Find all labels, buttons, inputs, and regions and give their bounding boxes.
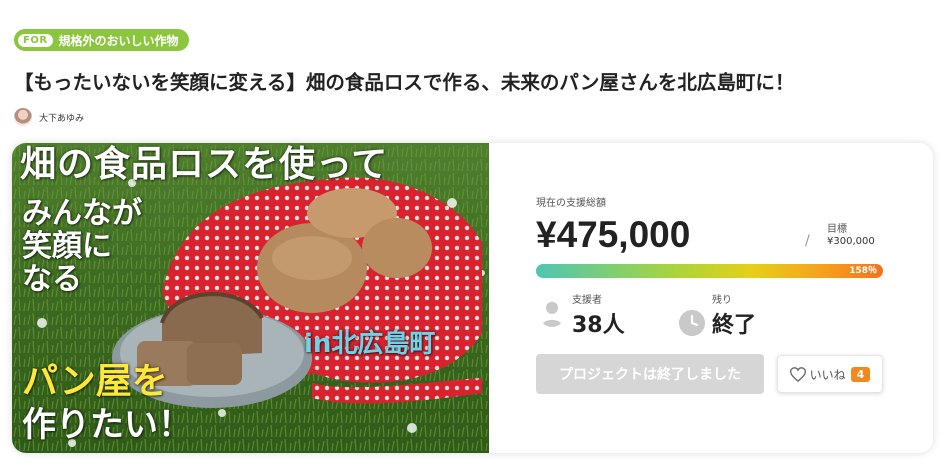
like-button[interactable]: いいね 4 [777,355,883,393]
project-ended-button[interactable]: プロジェクトは終了しました [536,354,764,394]
funding-panel: 現在の支援総額 ¥475,000 / 目標 ¥300,000 158％ 支援者 … [489,143,933,453]
heart-icon [789,366,806,382]
clock-icon [679,310,705,336]
remaining-value: 終了 [712,313,757,338]
hero-line-7: 作りたい！ [22,405,192,445]
goal-separator: / [805,233,810,249]
like-label: いいね [809,367,846,382]
category-prefix: FOR [18,33,53,47]
total-amount: ¥475,000 [536,214,691,255]
progress-percent: 158％ [849,266,877,276]
hero-line-6: パン屋を [22,361,168,402]
goal-label: 目標 [827,224,847,235]
hero-line-1: 畑の食品ロスを使って [20,144,389,185]
project-title: 【もったいないを笑顔に変える】畑の食品ロスで作る、未来のパン屋さんを北広島町に！ [14,71,795,94]
hero-line-3: 笑顔に [22,229,112,264]
author-name: 大下あゆみ [39,113,85,124]
author-avatar [14,108,32,126]
progress-bar: 158％ [536,264,883,278]
hero-line-2: みんなが [22,196,142,231]
remaining-label: 残り [712,295,732,306]
supporters-label: 支援者 [572,295,602,306]
supporters-value: 38人 [572,313,625,338]
hero-line-4: なる [22,262,82,297]
total-label: 現在の支援総額 [536,198,606,209]
category-label: 規格外のおいしい作物 [58,33,179,48]
project-card: 畑の食品ロスを使って みんなが 笑顔に なる in北広島町 パン屋を 作りたい！… [12,143,933,453]
goal-amount: ¥300,000 [827,236,875,247]
author[interactable]: 大下あゆみ [14,108,84,126]
hero-line-5: in北広島町 [304,329,436,359]
category-tag[interactable]: FOR 規格外のおいしい作物 [14,29,189,51]
like-count: 4 [850,366,871,382]
person-icon [541,301,563,327]
hero-image: 畑の食品ロスを使って みんなが 笑顔に なる in北広島町 パン屋を 作りたい！ [12,143,489,453]
